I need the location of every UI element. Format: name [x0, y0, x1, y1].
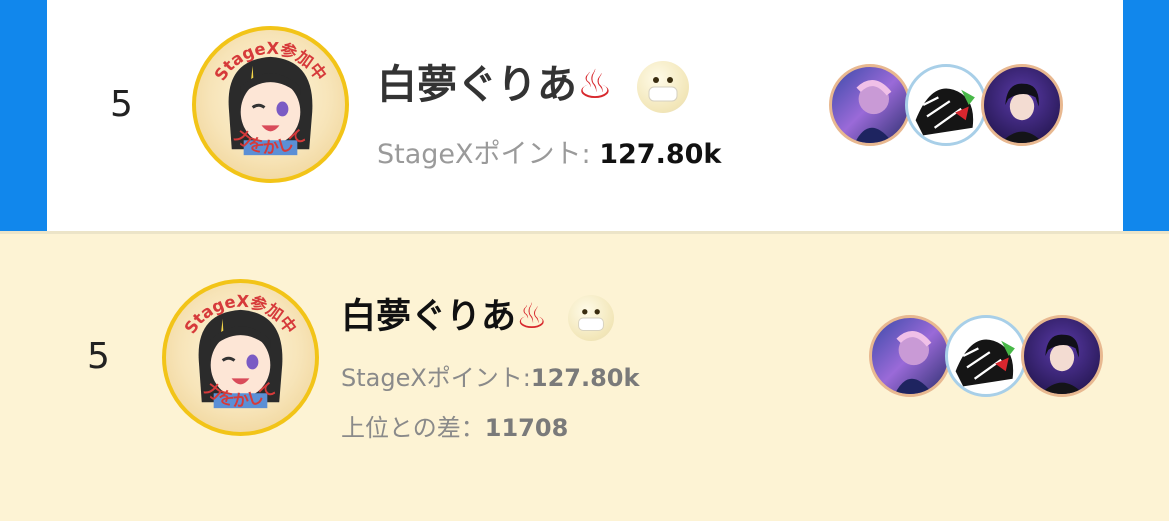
stagex-points-value: 127.80k	[530, 364, 640, 392]
rank-gap: 上位との差：11708	[341, 408, 568, 443]
svg-text:StageX参加中: StageX参加中	[211, 39, 331, 85]
svg-text:力をかして: 力をかして	[201, 379, 280, 410]
svg-text:力をかして: 力をかして	[231, 126, 310, 157]
svg-text:StageX参加中: StageX参加中	[181, 292, 301, 338]
avatar-badge-text: StageX参加中 力をかして	[211, 39, 331, 157]
stagex-points: StageXポイント:127.80k	[341, 358, 639, 393]
supporter-avatar[interactable]	[945, 315, 1027, 397]
user-name-text: 白夢ぐりあ	[341, 297, 517, 337]
stagex-points-label: StageXポイント:	[377, 139, 600, 170]
mask-face-icon	[567, 295, 614, 341]
avatar[interactable]: StageX参加中 力をかして	[162, 279, 319, 436]
supporter-avatars	[829, 64, 1063, 148]
avatar[interactable]: StageX参加中 力をかして	[192, 26, 349, 183]
supporter-avatars	[869, 315, 1103, 399]
mask-face-icon	[636, 61, 689, 113]
user-name-text: 白夢ぐりあ	[377, 62, 577, 108]
stagex-points-value: 127.80k	[599, 139, 722, 170]
avatar-badge-text: StageX参加中 力をかして	[181, 292, 301, 410]
supporter-avatar[interactable]	[905, 64, 987, 146]
user-name[interactable]: 白夢ぐりあ♨	[341, 288, 614, 341]
stagex-points-label: StageXポイント:	[341, 364, 531, 392]
user-name[interactable]: 白夢ぐりあ♨	[377, 52, 689, 113]
onsen-icon: ♨	[577, 62, 613, 108]
supporter-avatar[interactable]	[869, 315, 951, 397]
stagex-points: StageXポイント: 127.80k	[377, 132, 721, 171]
supporter-avatar[interactable]	[981, 64, 1063, 146]
rank-gap-label: 上位との差：	[341, 414, 485, 442]
rank-number: 5	[87, 336, 110, 377]
supporter-avatar[interactable]	[1021, 315, 1103, 397]
supporter-avatar[interactable]	[829, 64, 911, 146]
rank-gap-value: 11708	[484, 414, 569, 442]
rank-number: 5	[110, 84, 133, 125]
onsen-icon: ♨	[516, 297, 548, 337]
